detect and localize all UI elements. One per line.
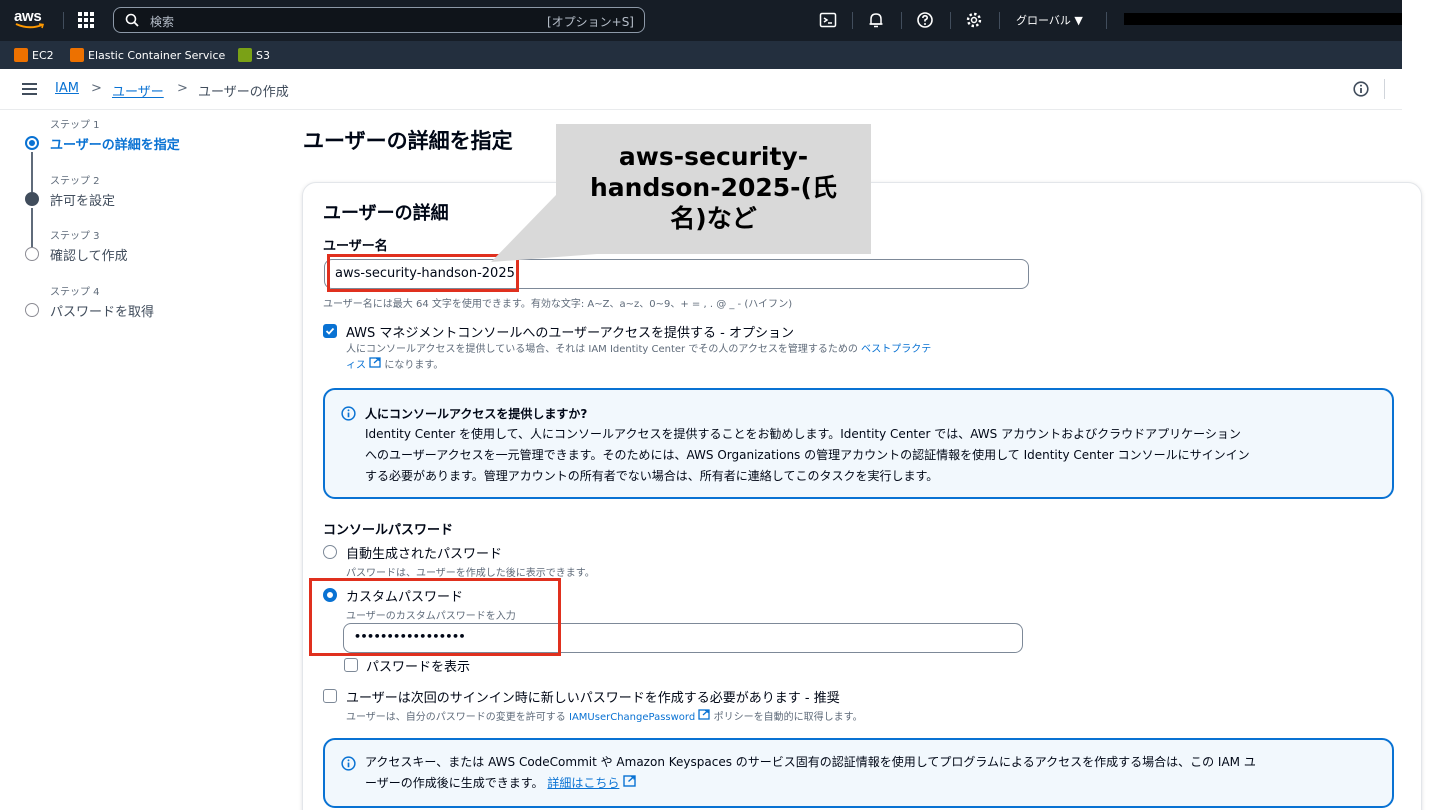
divider (901, 12, 902, 29)
region-selector[interactable]: グローバル ▼ (1016, 12, 1083, 28)
favorite-s3[interactable]: S3 (238, 48, 270, 62)
breadcrumb-current: ユーザーの作成 (198, 85, 289, 100)
breadcrumb-bar: IAM > ユーザー > ユーザーの作成 (0, 69, 1402, 110)
console-access-description: 人にコンソールアクセスを提供している場合、それは IAM Identity Ce… (346, 344, 932, 371)
best-practice-link-cont[interactable]: ィス (346, 360, 366, 371)
search-icon (125, 13, 139, 27)
divider (63, 12, 64, 29)
cloudshell-icon[interactable] (819, 11, 837, 29)
step-3-label: ステップ 3 (50, 231, 100, 242)
aws-logo[interactable]: aws (14, 6, 48, 32)
external-link-icon (698, 709, 711, 720)
help-icon[interactable] (916, 11, 934, 29)
username-hint: ユーザー名には最大 64 文字を使用できます。有効な文字: A~Z、a~z、0~… (323, 299, 793, 310)
info-icon[interactable] (1353, 81, 1369, 97)
top-navigation: aws 検索 [オプション+S] グローバル ▼ (0, 0, 1402, 41)
divider (999, 12, 1000, 29)
gear-icon[interactable] (965, 11, 983, 29)
step-2-label: ステップ 2 (50, 176, 100, 187)
divider (1106, 12, 1107, 29)
breadcrumb-iam[interactable]: IAM (55, 81, 79, 96)
check-icon (325, 327, 335, 335)
auto-password-description: パスワードは、ユーザーを作成した後に表示できます。 (346, 568, 595, 579)
step-3-indicator (25, 247, 39, 261)
username-highlight-box (327, 254, 519, 292)
step-3-title: 確認して作成 (50, 249, 128, 264)
step-4-label: ステップ 4 (50, 287, 100, 298)
auto-password-radio[interactable] (323, 545, 337, 559)
favorite-ecs[interactable]: Elastic Container Service (70, 48, 225, 62)
breadcrumb-separator: > (177, 81, 188, 96)
best-practice-link[interactable]: ベストプラクテ (861, 344, 931, 355)
info-icon (341, 406, 356, 421)
search-placeholder: 検索 (150, 15, 175, 29)
annotation-callout: aws-security- handson-2025-(氏 名)など (556, 124, 871, 254)
show-password-checkbox[interactable] (344, 658, 358, 672)
divider (950, 12, 951, 29)
step-4-indicator (25, 303, 39, 317)
step-connector (31, 208, 33, 248)
alert-body: アクセスキー、または AWS CodeCommit や Amazon Keysp… (365, 755, 1256, 790)
favorites-bar: EC2 Elastic Container Service S3 (0, 41, 1402, 69)
ecs-icon (70, 48, 84, 62)
services-grid-icon[interactable] (78, 12, 94, 28)
console-access-label: AWS マネジメントコンソールへのユーザーアクセスを提供する - オプション (346, 326, 794, 341)
s3-icon (238, 48, 252, 62)
step-connector (31, 152, 33, 192)
external-link-icon (369, 357, 381, 368)
reset-required-description: ユーザーは、自分のパスワードの変更を許可する IAMUserChangePass… (346, 709, 863, 725)
step-2-title: 許可を設定 (50, 194, 116, 209)
alert-body: Identity Center を使用して、人にコンソールアクセスを提供すること… (365, 427, 1250, 483)
step-1-label: ステップ 1 (50, 120, 100, 131)
bell-icon[interactable] (867, 11, 885, 29)
console-access-checkbox[interactable] (323, 324, 337, 338)
info-icon (341, 756, 356, 771)
step-2-indicator (25, 192, 39, 206)
favorite-ec2[interactable]: EC2 (14, 48, 54, 62)
step-1-title[interactable]: ユーザーの詳細を指定 (50, 134, 180, 153)
auto-password-label: 自動生成されたパスワード (346, 547, 503, 562)
console-password-label: コンソールパスワード (323, 523, 454, 538)
step-1-indicator (25, 136, 39, 150)
ec2-icon (14, 48, 28, 62)
search-shortcut: [オプション+S] (546, 15, 634, 29)
container-title: ユーザーの詳細 (323, 203, 449, 224)
reset-required-label: ユーザーは次回のサインイン時に新しいパスワードを作成する必要があります - 推奨 (346, 691, 840, 706)
alert-title: 人にコンソールアクセスを提供しますか? (365, 407, 588, 421)
divider (852, 12, 853, 29)
custom-password-highlight-box (309, 578, 561, 656)
username-label: ユーザー名 (323, 239, 388, 254)
search-input[interactable]: 検索 [オプション+S] (113, 7, 645, 33)
account-menu-redacted[interactable] (1124, 13, 1402, 25)
menu-icon[interactable] (22, 83, 37, 95)
show-password-label: パスワードを表示 (366, 660, 471, 675)
breadcrumb-users[interactable]: ユーザー (112, 81, 164, 100)
external-link-icon (623, 775, 636, 787)
divider (1384, 79, 1385, 99)
policy-link[interactable]: IAMUserChangePassword (569, 712, 695, 723)
breadcrumb-separator: > (91, 81, 102, 96)
learn-more-link[interactable]: 詳細はこちら (547, 776, 619, 790)
page-title: ユーザーの詳細を指定 (303, 129, 513, 153)
reset-required-checkbox[interactable] (323, 689, 337, 703)
step-4-title: パスワードを取得 (50, 305, 155, 320)
